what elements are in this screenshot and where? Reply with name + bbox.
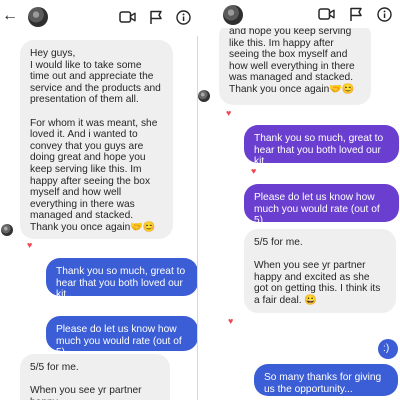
info-icon[interactable] <box>176 10 191 25</box>
chat-header: ← <box>0 0 198 36</box>
heart-reaction-icon: ♥ <box>27 240 33 250</box>
sender-avatar <box>1 224 13 236</box>
received-message[interactable]: and hope you keep serving like this. Im … <box>219 22 371 105</box>
sent-message[interactable]: Please do let us know how much you would… <box>46 316 198 358</box>
sent-message[interactable]: So many thanks for giving us the opportu… <box>254 364 398 396</box>
back-arrow-icon[interactable]: ← <box>2 7 18 25</box>
received-message[interactable]: 5/5 for me. When you see yr partner happ… <box>20 354 170 400</box>
flag-icon[interactable] <box>349 7 363 22</box>
video-camera-icon[interactable] <box>119 10 136 24</box>
sent-message[interactable]: :) <box>378 339 398 359</box>
left-chat-panel: ← Hey guys, I would like to take some ti… <box>0 0 198 400</box>
heart-reaction-icon: ♥ <box>228 316 234 326</box>
heart-reaction-icon: ♥ <box>251 166 257 176</box>
sender-avatar <box>198 90 210 102</box>
avatar[interactable] <box>223 5 243 25</box>
received-message[interactable]: 5/5 for me. When you see yr partner happ… <box>244 229 396 313</box>
chat-header <box>198 0 400 28</box>
info-icon[interactable] <box>377 7 392 22</box>
flag-icon[interactable] <box>149 10 163 25</box>
received-message[interactable]: Hey guys, I would like to take some time… <box>20 40 173 239</box>
sent-message[interactable]: Thank you so much, great to hear that yo… <box>244 125 399 167</box>
sent-message[interactable]: Thank you so much, great to hear that yo… <box>46 258 198 300</box>
sent-message[interactable]: Please do let us know how much you would… <box>244 184 399 226</box>
video-camera-icon[interactable] <box>318 7 335 21</box>
right-chat-panel: and hope you keep serving like this. Im … <box>198 0 400 400</box>
heart-reaction-icon: ♥ <box>226 108 232 118</box>
avatar[interactable] <box>28 7 48 27</box>
